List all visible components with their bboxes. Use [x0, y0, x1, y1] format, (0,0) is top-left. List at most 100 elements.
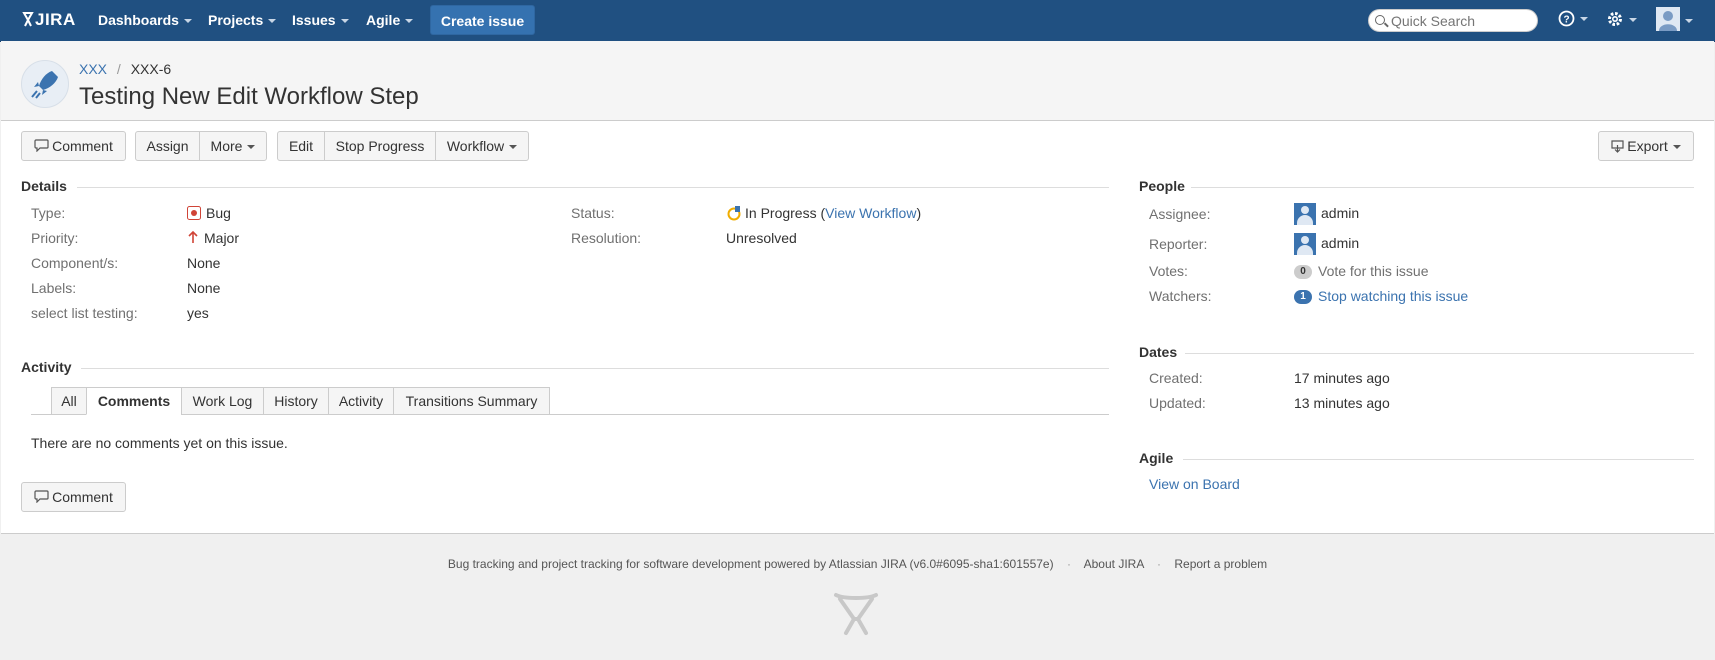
- tab-comments[interactable]: Comments: [86, 387, 182, 415]
- activity-divider: [81, 368, 1109, 369]
- rocket-icon: [31, 71, 58, 99]
- details-section-title: Details: [21, 178, 67, 194]
- view-on-board-link[interactable]: View on Board: [1149, 475, 1240, 493]
- tab-transitions-summary[interactable]: Transitions Summary: [393, 387, 550, 415]
- chevron-down-icon: [1629, 18, 1637, 22]
- stop-progress-button[interactable]: Stop Progress: [324, 131, 436, 161]
- user-avatar-icon: [1656, 7, 1680, 31]
- nav-agile[interactable]: Agile: [366, 0, 414, 41]
- chevron-down-icon: [1672, 145, 1681, 150]
- type-value-text: Bug: [206, 205, 231, 221]
- reporter-value[interactable]: admin: [1294, 231, 1360, 256]
- status-value: In Progress (View Workflow): [726, 204, 921, 222]
- reporter-name: admin: [1321, 235, 1360, 251]
- add-comment-button-label: Comment: [52, 489, 113, 505]
- export-icon: [1611, 140, 1624, 153]
- more-button-label: More: [210, 138, 243, 154]
- edit-button[interactable]: Edit: [277, 131, 325, 161]
- comment-icon: [34, 490, 49, 504]
- labels-value: None: [187, 280, 221, 296]
- chevron-down-icon: [183, 19, 192, 24]
- export-button-label: Export: [1627, 138, 1668, 154]
- settings-menu[interactable]: [1606, 10, 1640, 30]
- priority-major-arrow-icon: [188, 230, 198, 243]
- workflow-button[interactable]: Workflow: [435, 131, 529, 161]
- priority-label: Priority:: [31, 230, 79, 246]
- select-list-testing-value: yes: [187, 305, 209, 321]
- assign-button[interactable]: Assign: [135, 131, 200, 161]
- nav-issues-label: Issues: [292, 12, 336, 28]
- reporter-avatar: [1294, 233, 1316, 256]
- chevron-down-icon: [405, 19, 414, 24]
- quick-search[interactable]: [1368, 9, 1538, 32]
- breadcrumb-project-link[interactable]: XXX: [79, 61, 107, 77]
- issue-summary-title[interactable]: Testing New Edit Workflow Step: [79, 81, 419, 113]
- comment-button[interactable]: Comment: [21, 131, 126, 161]
- people-divider: [1191, 187, 1694, 188]
- create-issue-button[interactable]: Create issue: [430, 5, 535, 35]
- activity-section-title: Activity: [21, 359, 72, 375]
- no-comments-message: There are no comments yet on this issue.: [31, 435, 288, 451]
- help-menu[interactable]: ?: [1558, 10, 1592, 30]
- chevron-down-icon: [1685, 19, 1693, 23]
- chevron-down-icon: [268, 19, 277, 24]
- type-label: Type:: [31, 205, 66, 221]
- dates-section-title: Dates: [1139, 344, 1178, 360]
- vote-link[interactable]: Vote for this issue: [1318, 263, 1429, 279]
- assignee-value[interactable]: admin: [1294, 201, 1359, 226]
- logo-text: JIRA: [35, 10, 76, 29]
- more-button[interactable]: More: [199, 131, 267, 161]
- gear-icon: [1608, 12, 1622, 26]
- votes-label: Votes:: [1149, 263, 1188, 279]
- components-label: Component/s:: [31, 255, 119, 271]
- help-icon: ?: [1558, 10, 1575, 27]
- svg-text:?: ?: [1563, 15, 1569, 26]
- comment-button-label: Comment: [52, 138, 113, 154]
- details-divider: [77, 187, 1109, 188]
- nav-dashboards[interactable]: Dashboards: [98, 0, 192, 41]
- people-section-title: People: [1139, 178, 1185, 194]
- updated-value: 13 minutes ago: [1294, 395, 1390, 411]
- watchers-count-badge[interactable]: 1: [1294, 290, 1312, 305]
- tab-history[interactable]: History: [263, 387, 329, 415]
- type-value: Bug: [187, 204, 231, 222]
- stop-watching-link[interactable]: Stop watching this issue: [1318, 288, 1468, 304]
- jira-logo-icon: [22, 12, 34, 27]
- nav-projects-label: Projects: [208, 12, 264, 28]
- report-problem-link[interactable]: Report a problem: [1174, 557, 1267, 571]
- project-avatar[interactable]: [21, 60, 69, 108]
- nav-agile-label: Agile: [366, 12, 401, 28]
- assignee-avatar: [1294, 203, 1316, 226]
- votes-count-badge: 0: [1294, 265, 1312, 280]
- created-label: Created:: [1149, 370, 1203, 386]
- tab-work-log[interactable]: Work Log: [181, 387, 264, 415]
- chevron-down-icon: [509, 145, 518, 150]
- jira-logo[interactable]: JIRA: [22, 8, 76, 32]
- export-button[interactable]: Export: [1598, 131, 1694, 161]
- reporter-label: Reporter:: [1149, 236, 1208, 252]
- resolution-label: Resolution:: [571, 230, 642, 246]
- tab-all[interactable]: All: [51, 387, 87, 415]
- watchers-label: Watchers:: [1149, 288, 1212, 304]
- about-jira-link[interactable]: About JIRA: [1084, 557, 1144, 571]
- components-value: None: [187, 255, 221, 271]
- assignee-label: Assignee:: [1149, 206, 1211, 222]
- add-comment-button[interactable]: Comment: [21, 482, 126, 512]
- breadcrumb-separator: /: [116, 61, 121, 77]
- nav-issues[interactable]: Issues: [292, 0, 349, 41]
- tab-activity[interactable]: Activity: [328, 387, 394, 415]
- user-profile-menu[interactable]: [1656, 7, 1696, 33]
- search-icon: [1375, 15, 1385, 25]
- votes-value: 0 Vote for this issue: [1294, 262, 1429, 280]
- top-navigation-bar: JIRA Dashboards Projects Issues Agile Cr…: [0, 0, 1715, 42]
- view-workflow-link[interactable]: View Workflow: [825, 205, 916, 221]
- status-close-paren: ): [916, 205, 922, 221]
- quick-search-input[interactable]: [1391, 12, 1531, 29]
- labels-label: Labels:: [31, 280, 77, 296]
- breadcrumb-issue-key[interactable]: XXX-6: [131, 61, 171, 77]
- nav-projects[interactable]: Projects: [208, 0, 277, 41]
- watchers-value: 1 Stop watching this issue: [1294, 287, 1468, 305]
- chevron-down-icon: [1580, 17, 1588, 21]
- nav-dashboards-label: Dashboards: [98, 12, 179, 28]
- chevron-down-icon: [340, 19, 349, 24]
